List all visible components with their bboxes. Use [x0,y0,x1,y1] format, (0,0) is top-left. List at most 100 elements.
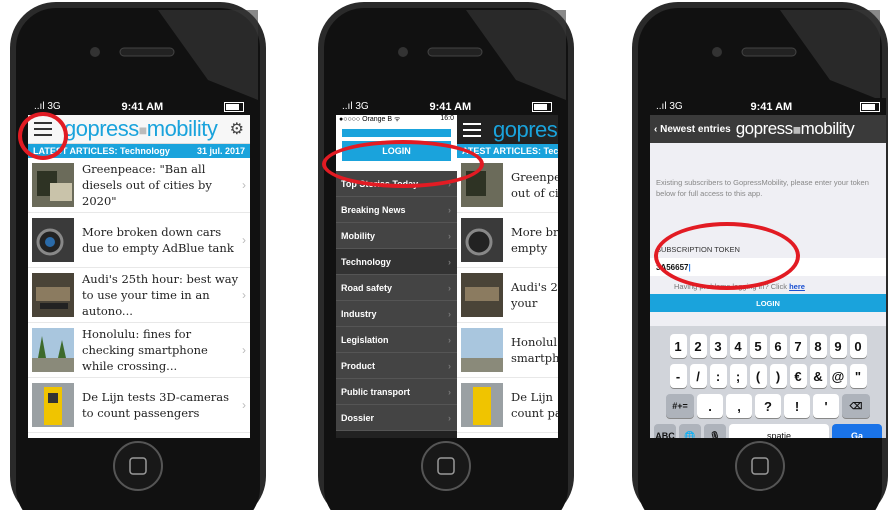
subscribe-bar [342,129,451,137]
settings-gear-icon[interactable]: ⚙ [230,119,244,139]
article-thumbnail [461,218,503,262]
chevron-right-icon: › [242,178,246,192]
article-item[interactable]: Honolul smartph [457,323,558,378]
keyboard: 1234567890 - /:;() € & @ " #+=.,?! ' ⌫ ABC 🌐 🎙 spa… [650,326,886,438]
article-item[interactable]: More broken down cars due to empty AdBlu… [28,213,250,268]
keyboard-key[interactable]: / [689,364,707,388]
hamburger-menu-icon[interactable] [463,122,481,137]
article-thumbnail [32,163,74,207]
article-title: More broken down cars due to empty AdBlu… [82,225,234,255]
article-title: Honolulu: fines for checking smartphone … [82,327,208,373]
article-item[interactable]: Greenpeace: "Ban all diesels out of citi… [28,158,250,213]
keyboard-key[interactable]: ? [755,394,781,418]
status-time: 9:41 AM [750,100,793,113]
keyboard-key[interactable]: 🌐 [679,424,701,438]
logo-product: mobility [800,119,855,138]
article-thumbnail [461,273,503,317]
chevron-right-icon: › [448,386,451,397]
article-title: Audi's 2 use your [511,280,558,310]
keyboard-key[interactable]: 4 [729,334,747,358]
keyboard-key[interactable]: ABC [654,424,676,438]
keyboard-key[interactable]: ! [784,394,810,418]
phone-3: ..ıl 3G 9:41 AM ‹ Newest entries gopress… [630,0,890,510]
keyboard-key[interactable]: 0 [849,334,867,358]
keyboard-key[interactable]: : [709,364,727,388]
battery-icon [224,101,244,112]
keyboard-key[interactable]: & [809,364,827,388]
chevron-right-icon: › [448,256,451,267]
keyboard-key[interactable]: ' [813,394,839,418]
article-item[interactable]: Audi's 2 use your [457,268,558,323]
app-logo: gopress■mobility [735,119,855,138]
article-item[interactable]: More br to empty [457,213,558,268]
back-button[interactable]: ‹ Newest entries [654,124,731,135]
status-time: 9:41 AM [121,100,164,113]
chevron-right-icon: › [242,398,246,412]
keyboard-key[interactable]: 8 [809,334,827,358]
menu-item[interactable]: Breaking News › [336,197,457,223]
intro-text: Existing subscribers to GopressMobility,… [656,178,869,198]
keyboard-key[interactable]: 3 [709,334,727,358]
keyboard-key[interactable]: ) [769,364,787,388]
keyboard-key[interactable]: Ga [832,424,882,438]
phone-2: ..ıl 3G 9:41 AM gopres ATEST ARTICLES: T… [316,0,576,510]
keyboard-key[interactable]: , [726,394,752,418]
keyboard-key[interactable]: 9 [829,334,847,358]
article-thumbnail [32,273,74,317]
keyboard-key[interactable]: ; [729,364,747,388]
keyboard-key[interactable]: @ [829,364,847,388]
menu-item[interactable]: Public transport › [336,379,457,405]
keyboard-key[interactable]: 🎙 [704,424,726,438]
login-button[interactable]: LOGIN [650,294,886,312]
menu-item[interactable]: Technology › [336,249,457,275]
article-title: Honolul smartph [511,335,558,365]
keyboard-key[interactable]: 1 [669,334,687,358]
article-item[interactable]: De Lijn tests 3D-cameras to count passen… [28,378,250,433]
here-link[interactable]: here [789,282,805,291]
chevron-right-icon: › [448,334,451,345]
highlight-circle [18,112,68,160]
menu-item[interactable]: Mobility › [336,223,457,249]
menu-item-label: Legislation [341,334,389,345]
chevron-right-icon: › [448,360,451,371]
inner-time: 16:0 [440,115,454,122]
article-item[interactable]: De Lijn count pa [457,378,558,433]
inner-carrier: ●○○○○ Orange B ᯤ [339,116,401,123]
article-thumbnail [461,328,503,372]
keyboard-key[interactable]: spatie [729,424,829,438]
keyboard-key[interactable]: - [669,364,687,388]
chevron-right-icon: › [242,343,246,357]
keyboard-key[interactable]: . [697,394,723,418]
keyboard-key[interactable]: 5 [749,334,767,358]
keyboard-key[interactable]: 7 [789,334,807,358]
article-thumbnail [461,383,503,427]
keyboard-key[interactable]: " [849,364,867,388]
signal-indicator: ..ıl 3G [656,101,683,112]
keyboard-key[interactable]: ⌫ [842,394,870,418]
menu-item[interactable]: Product › [336,353,457,379]
menu-item[interactable]: Legislation › [336,327,457,353]
highlight-circle [654,222,800,290]
menu-item-label: Dossier [341,412,375,423]
article-item[interactable]: Audi's 25th hour: best way to use your t… [28,268,250,323]
chevron-right-icon: › [448,412,451,423]
logo-brand: gopress [735,119,793,138]
battery-icon [532,101,552,112]
keyboard-key[interactable]: ( [749,364,767,388]
status-bar: ..ıl 3G 9:41 AM [336,98,558,115]
logo-product: mobility [146,116,218,141]
inner-status-bar: ●○○○○ Orange B ᯤ 16:0 [336,115,457,125]
menu-item[interactable]: Industry › [336,301,457,327]
menu-item[interactable]: Road safety › [336,275,457,301]
nav-bar: ‹ Newest entries gopress■mobility [650,115,886,143]
chevron-right-icon: › [448,230,451,241]
keyboard-key[interactable]: 2 [689,334,707,358]
menu-item-label: Public transport [341,386,411,397]
signal-indicator: ..ıl 3G [34,101,61,112]
article-item[interactable]: Honolulu: fines for checking smartphone … [28,323,250,378]
keyboard-key[interactable]: #+= [666,394,694,418]
menu-item[interactable]: Dossier › [336,405,457,431]
highlight-circle [322,140,484,188]
keyboard-key[interactable]: € [789,364,807,388]
keyboard-key[interactable]: 6 [769,334,787,358]
